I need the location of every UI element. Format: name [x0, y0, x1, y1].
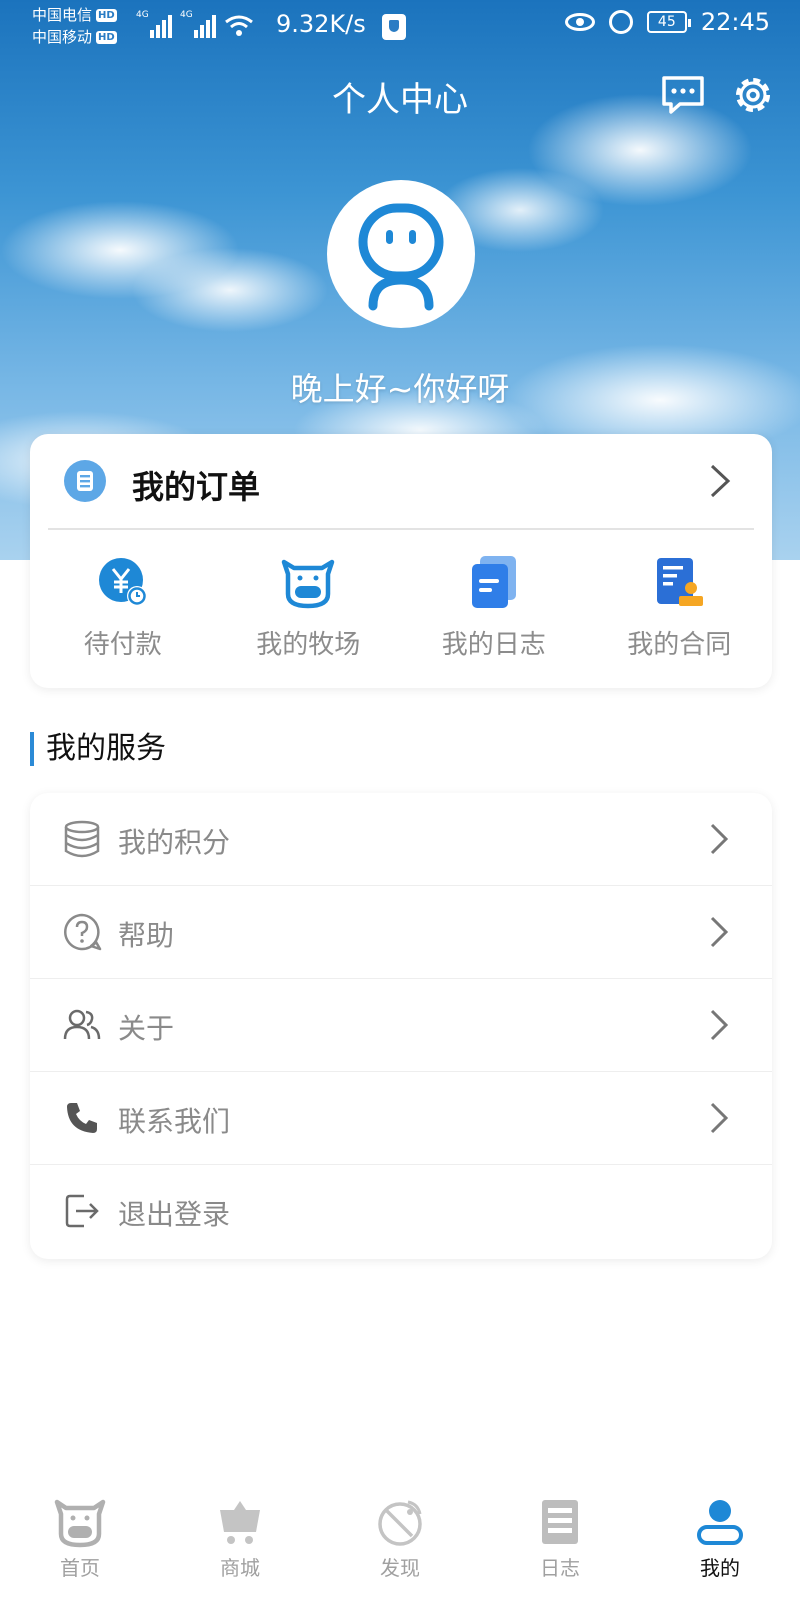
avatar[interactable]: [327, 180, 475, 328]
tab-mine[interactable]: 我的: [640, 1488, 800, 1600]
tab-label: 日志: [540, 1556, 580, 1580]
status-time: 22:45: [700, 8, 770, 36]
order-item-pending-payment[interactable]: 待付款: [30, 554, 216, 661]
order-item-my-contract[interactable]: 我的合同: [587, 554, 773, 661]
eye-icon: [564, 13, 595, 31]
service-row-points[interactable]: 我的积分: [30, 793, 772, 886]
tab-journal[interactable]: 日志: [480, 1488, 640, 1600]
orders-header[interactable]: 我的订单: [30, 434, 772, 528]
tab-home[interactable]: 首页: [0, 1488, 160, 1600]
service-row-about[interactable]: 关于: [30, 979, 772, 1072]
service-label: 退出登录: [118, 1198, 231, 1231]
service-row-help[interactable]: 帮助: [30, 886, 772, 979]
order-item-label: 待付款: [83, 630, 162, 660]
cow-home-icon: [54, 1499, 106, 1548]
tab-discover[interactable]: 发现: [320, 1488, 480, 1600]
order-list-icon: [64, 460, 106, 502]
profile-screen: 中国电信 HD 中国移动 HD 4G 4G 9.32K/s 45 22:45 个…: [0, 0, 800, 1600]
net-speed: 9.32K/s: [276, 10, 366, 38]
signal-icon-1: 4G: [136, 10, 172, 38]
cart-icon: [220, 1501, 260, 1544]
shield-icon: [382, 14, 406, 40]
tab-label: 发现: [380, 1556, 420, 1580]
order-item-label: 我的合同: [627, 630, 732, 660]
chevron-right-icon: [710, 823, 729, 855]
phone-icon: [67, 1103, 97, 1133]
wifi-icon: [225, 15, 253, 36]
status-bar: 中国电信 HD 中国移动 HD 4G 4G 9.32K/s 45 22:45: [0, 0, 800, 54]
service-label: 联系我们: [118, 1105, 231, 1138]
bottom-tab-bar: 首页 商城 发现 日志 我的: [0, 1488, 800, 1600]
satellite-icon: [378, 1500, 422, 1546]
service-label: 帮助: [118, 919, 175, 952]
orders-card: 我的订单 待付款 我的牧场 我的日志 我的合同: [30, 434, 772, 688]
tab-shop[interactable]: 商城: [160, 1488, 320, 1600]
database-icon: [64, 820, 100, 858]
log-doc-icon: [471, 556, 516, 608]
chevron-right-icon: [710, 916, 729, 948]
greeting-text: 晚上好~你好呀: [290, 370, 510, 408]
users-icon: [63, 1009, 101, 1040]
carrier-2: 中国移动: [32, 28, 93, 46]
profile-icon: [697, 1500, 743, 1545]
chevron-right-icon: [710, 1009, 729, 1041]
orders-title: 我的订单: [132, 468, 261, 506]
order-item-label: 我的日志: [441, 630, 546, 660]
order-item-my-ranch[interactable]: 我的牧场: [216, 554, 402, 661]
carrier-info: 中国电信 HD 中国移动 HD: [32, 4, 117, 48]
tab-label: 首页: [60, 1556, 100, 1580]
tab-label: 我的: [700, 1556, 740, 1580]
chevron-right-icon: [710, 1102, 729, 1134]
help-icon: [64, 913, 102, 951]
message-icon[interactable]: [660, 72, 706, 118]
hd-badge-1: HD: [96, 8, 117, 22]
services-section-title: 我的服务: [30, 732, 166, 766]
order-item-my-log[interactable]: 我的日志: [401, 554, 587, 661]
service-row-contact[interactable]: 联系我们: [30, 1072, 772, 1165]
carrier-1: 中国电信: [32, 6, 93, 24]
logout-icon: [65, 1194, 99, 1228]
contract-stamp-icon: [657, 558, 704, 606]
cow-icon: [282, 559, 335, 609]
journal-icon: [542, 1500, 578, 1544]
chevron-right-icon: [710, 464, 731, 498]
orders-divider: [48, 528, 754, 530]
order-item-label: 我的牧场: [256, 630, 361, 660]
yen-clock-icon: [98, 558, 147, 606]
service-label: 我的积分: [118, 826, 231, 859]
tab-label: 商城: [220, 1556, 260, 1580]
service-label: 关于: [118, 1012, 175, 1045]
alarm-icon: [608, 10, 633, 34]
signal-indicators: 4G 4G: [136, 10, 254, 38]
hd-badge-2: HD: [96, 30, 117, 44]
battery-icon: 45: [646, 11, 691, 33]
services-card: 我的积分 帮助 关于 联系我们 退出登录: [30, 793, 772, 1259]
avatar-face-icon: [358, 203, 444, 311]
signal-icon-2: 4G: [180, 10, 216, 38]
settings-gear-icon[interactable]: [730, 72, 776, 118]
service-row-logout[interactable]: 退出登录: [30, 1165, 772, 1258]
